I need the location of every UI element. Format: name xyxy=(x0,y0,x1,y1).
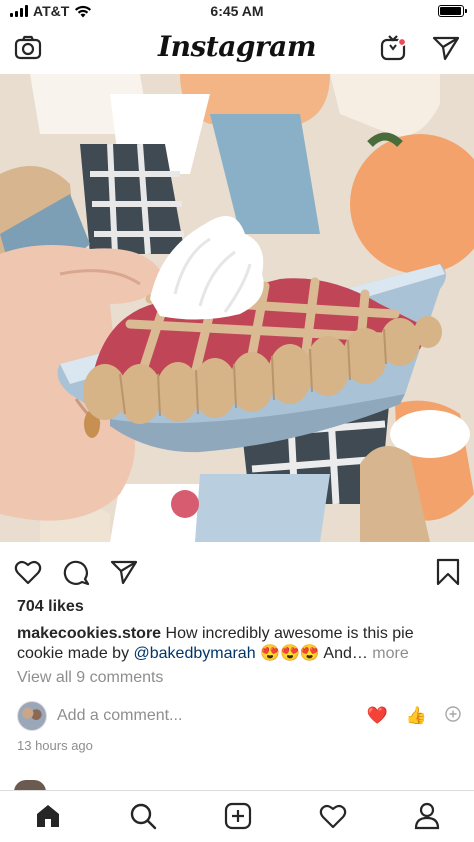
carrier-label: AT&T xyxy=(33,3,70,19)
profile-icon[interactable] xyxy=(414,802,440,830)
caption-text-after: And… xyxy=(323,645,368,662)
share-icon[interactable] xyxy=(110,559,138,585)
post-actions xyxy=(0,552,474,592)
comment-bubble-icon[interactable] xyxy=(62,558,90,586)
home-icon[interactable] xyxy=(34,802,62,830)
wifi-icon xyxy=(75,5,92,17)
actions-left xyxy=(14,558,138,586)
like-heart-icon[interactable] xyxy=(14,559,42,585)
status-left: AT&T xyxy=(10,3,92,19)
nav-right xyxy=(380,34,460,62)
bottom-tab-bar xyxy=(0,790,474,842)
new-post-icon[interactable] xyxy=(224,802,252,830)
post-timestamp: 13 hours ago xyxy=(17,738,93,753)
search-icon[interactable] xyxy=(129,802,157,830)
direct-message-icon[interactable] xyxy=(432,35,460,61)
top-nav: Instagram xyxy=(0,24,474,72)
pie-cookie-illustration xyxy=(0,74,474,542)
add-reaction-icon[interactable] xyxy=(445,705,461,727)
battery-fill xyxy=(440,7,461,15)
avatar xyxy=(17,701,47,731)
post-image[interactable] xyxy=(0,74,474,542)
view-all-comments-link[interactable]: View all 9 comments xyxy=(17,669,163,687)
status-bar: AT&T 6:45 AM xyxy=(0,0,474,22)
activity-heart-icon[interactable] xyxy=(319,803,347,829)
bookmark-icon[interactable] xyxy=(436,558,460,586)
more-link[interactable]: more xyxy=(368,645,408,662)
igtv-icon[interactable] xyxy=(380,34,408,62)
likes-count[interactable]: 704 likes xyxy=(17,598,84,616)
caption-emojis: 😍😍😍 xyxy=(255,645,324,662)
caption-username[interactable]: makecookies.store xyxy=(17,625,161,642)
caption-mention[interactable]: @bakedbymarah xyxy=(134,645,256,662)
camera-icon[interactable] xyxy=(14,35,42,61)
quick-reactions: ❤️ 👍 xyxy=(367,705,461,727)
heart-reaction-button[interactable]: ❤️ xyxy=(367,706,388,726)
post-caption: makecookies.store How incredibly awesome… xyxy=(17,624,457,664)
battery-icon xyxy=(438,5,467,17)
signal-icon xyxy=(10,5,28,17)
add-comment-input[interactable]: Add a comment... xyxy=(57,707,182,725)
thumbs-up-reaction-button[interactable]: 👍 xyxy=(406,706,427,726)
add-comment-row: Add a comment... ❤️ 👍 xyxy=(17,700,461,732)
